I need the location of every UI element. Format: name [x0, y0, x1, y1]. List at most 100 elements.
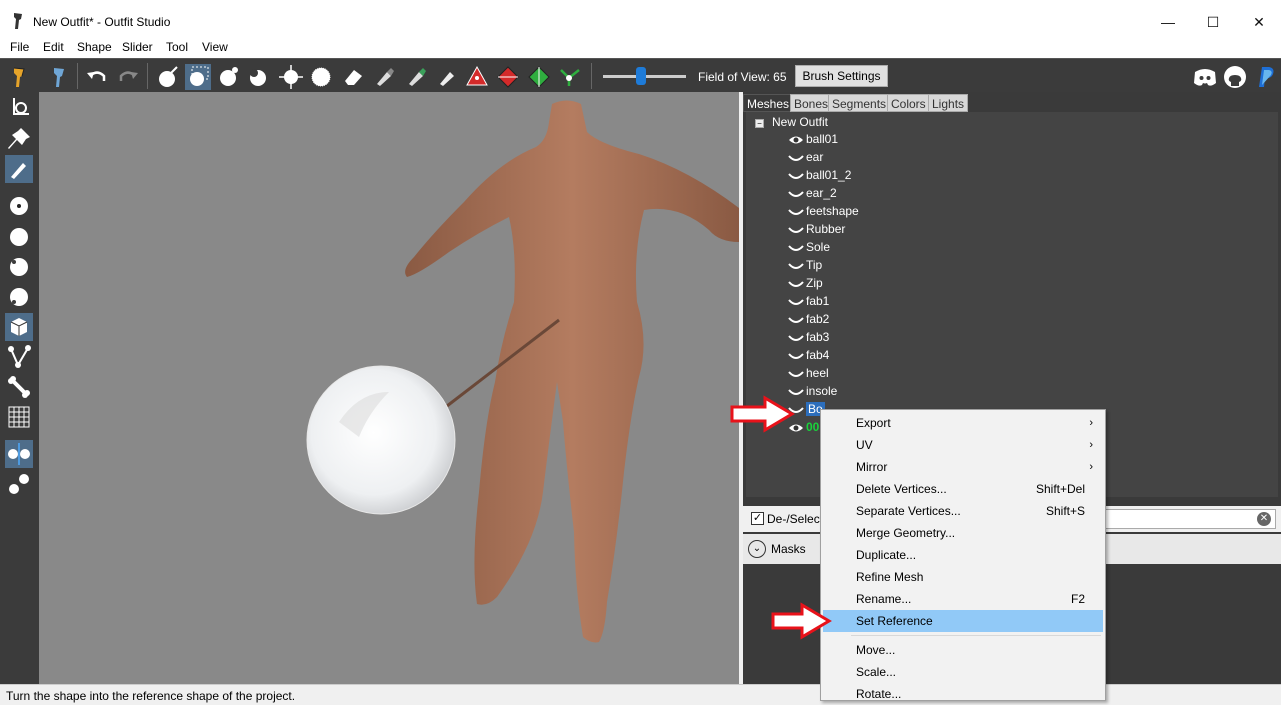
eye-closed-icon[interactable]: [788, 278, 804, 290]
tab-bones[interactable]: Bones: [790, 94, 833, 112]
menu-shape[interactable]: Shape: [77, 40, 112, 54]
eye-closed-icon[interactable]: [788, 188, 804, 200]
eye-closed-icon[interactable]: [788, 206, 804, 218]
bone-icon[interactable]: [5, 373, 33, 401]
minimize-button[interactable]: —: [1145, 8, 1191, 36]
mesh-item[interactable]: Sole: [788, 238, 830, 256]
mesh-item[interactable]: ball01_2: [788, 166, 851, 184]
symmetry-icon[interactable]: [5, 440, 33, 468]
vertex-edge-icon[interactable]: [5, 343, 33, 371]
tab-colors[interactable]: Colors: [887, 94, 930, 112]
context-menu-item[interactable]: Duplicate...: [823, 544, 1103, 566]
smooth-brush-icon[interactable]: [308, 64, 334, 90]
alpha-brush-icon[interactable]: [434, 64, 460, 90]
mesh-item[interactable]: feetshape: [788, 202, 859, 220]
search-input[interactable]: ✕: [1098, 509, 1276, 529]
cube-icon[interactable]: [5, 313, 33, 341]
context-menu-item[interactable]: Mirror ›: [823, 456, 1103, 478]
mask-brush-icon[interactable]: [185, 64, 211, 90]
context-menu-item[interactable]: Separate Vertices... Shift+S: [823, 500, 1103, 522]
eye-closed-icon[interactable]: [788, 296, 804, 308]
eye-closed-icon[interactable]: [788, 368, 804, 380]
eye-closed-icon[interactable]: [788, 350, 804, 362]
mesh-item[interactable]: ball01: [788, 130, 838, 148]
tree-root-label[interactable]: New Outfit: [772, 115, 828, 129]
axes-icon[interactable]: [5, 94, 33, 122]
point-small-icon[interactable]: [5, 192, 33, 220]
mesh-item[interactable]: ear_2: [788, 184, 837, 202]
context-menu-item[interactable]: Refine Mesh: [823, 566, 1103, 588]
maximize-button[interactable]: ☐: [1190, 8, 1236, 36]
weight-brush-icon[interactable]: [371, 64, 397, 90]
eye-closed-icon[interactable]: [788, 152, 804, 164]
menu-file[interactable]: File: [10, 40, 29, 54]
context-menu-item[interactable]: Scale...: [823, 661, 1103, 683]
collapse-vertex-icon[interactable]: [464, 64, 490, 90]
points-icon[interactable]: [5, 470, 33, 498]
context-menu-item[interactable]: Rename... F2: [823, 588, 1103, 610]
eye-closed-icon[interactable]: [788, 242, 804, 254]
mesh-item[interactable]: Rubber: [788, 220, 845, 238]
eye-closed-icon[interactable]: [788, 332, 804, 344]
github-icon[interactable]: [1222, 64, 1248, 90]
move-brush-icon[interactable]: [278, 64, 304, 90]
paypal-icon[interactable]: [1252, 64, 1278, 90]
mesh-item[interactable]: Tip: [788, 256, 822, 274]
eye-closed-icon[interactable]: [788, 224, 804, 236]
brush-settings-button[interactable]: Brush Settings: [795, 65, 888, 87]
mesh-item[interactable]: heel: [788, 364, 829, 382]
reference-shape-icon[interactable]: [6, 64, 32, 90]
split-edge-icon[interactable]: [526, 64, 552, 90]
fov-slider-thumb[interactable]: [636, 67, 646, 85]
mesh-item[interactable]: fab3: [788, 328, 829, 346]
deselect-checkbox[interactable]: ✓: [751, 512, 764, 525]
context-menu-item[interactable]: Export ›: [823, 412, 1103, 434]
grid-icon[interactable]: [5, 403, 33, 431]
discord-icon[interactable]: [1192, 64, 1218, 90]
3d-viewport[interactable]: [39, 92, 739, 684]
close-button[interactable]: ✕: [1236, 8, 1281, 36]
mesh-item[interactable]: ear: [788, 148, 823, 166]
tab-meshes[interactable]: Meshes: [743, 94, 794, 112]
chevron-down-icon[interactable]: ⌄: [748, 540, 766, 558]
tree-collapse-toggle[interactable]: −: [755, 119, 764, 128]
tab-segments[interactable]: Segments: [828, 94, 891, 112]
context-menu-item[interactable]: Merge Geometry...: [823, 522, 1103, 544]
eye-closed-icon[interactable]: [788, 170, 804, 182]
deflate-brush-icon[interactable]: [246, 64, 272, 90]
eraser-icon[interactable]: [340, 64, 366, 90]
context-menu-item-label: Rotate...: [856, 687, 902, 701]
inflate-brush-icon[interactable]: [216, 64, 242, 90]
outfit-shape-icon[interactable]: [46, 64, 72, 90]
pin-icon[interactable]: [5, 125, 33, 153]
transform-icon[interactable]: [557, 64, 583, 90]
menu-view[interactable]: View: [202, 40, 228, 54]
mesh-item[interactable]: insole: [788, 382, 837, 400]
tab-lights[interactable]: Lights: [928, 94, 969, 112]
eye-closed-icon[interactable]: [788, 260, 804, 272]
circle-dot-2-icon[interactable]: [5, 283, 33, 311]
context-menu-item[interactable]: Move...: [823, 639, 1103, 661]
select-brush-icon[interactable]: [155, 64, 181, 90]
circle-icon[interactable]: [5, 223, 33, 251]
circle-dot-icon[interactable]: [5, 253, 33, 281]
mesh-item[interactable]: fab4: [788, 346, 829, 364]
menu-tool[interactable]: Tool: [166, 40, 188, 54]
clear-search-icon[interactable]: ✕: [1257, 512, 1271, 526]
eye-closed-icon[interactable]: [788, 314, 804, 326]
menu-slider[interactable]: Slider: [122, 40, 153, 54]
mesh-item[interactable]: fab1: [788, 292, 829, 310]
menu-edit[interactable]: Edit: [43, 40, 64, 54]
context-menu-item[interactable]: Rotate...: [823, 683, 1103, 705]
redo-icon[interactable]: [115, 64, 141, 90]
mesh-item[interactable]: fab2: [788, 310, 829, 328]
color-brush-icon[interactable]: [403, 64, 429, 90]
brush-pencil-icon[interactable]: [5, 155, 33, 183]
context-menu-item[interactable]: Delete Vertices... Shift+Del: [823, 478, 1103, 500]
flip-edge-icon[interactable]: [495, 64, 521, 90]
eye-open-icon[interactable]: [788, 134, 804, 146]
context-menu-item[interactable]: Set Reference: [823, 610, 1103, 632]
context-menu-item[interactable]: UV ›: [823, 434, 1103, 456]
undo-icon[interactable]: [84, 64, 110, 90]
mesh-item[interactable]: Zip: [788, 274, 823, 292]
